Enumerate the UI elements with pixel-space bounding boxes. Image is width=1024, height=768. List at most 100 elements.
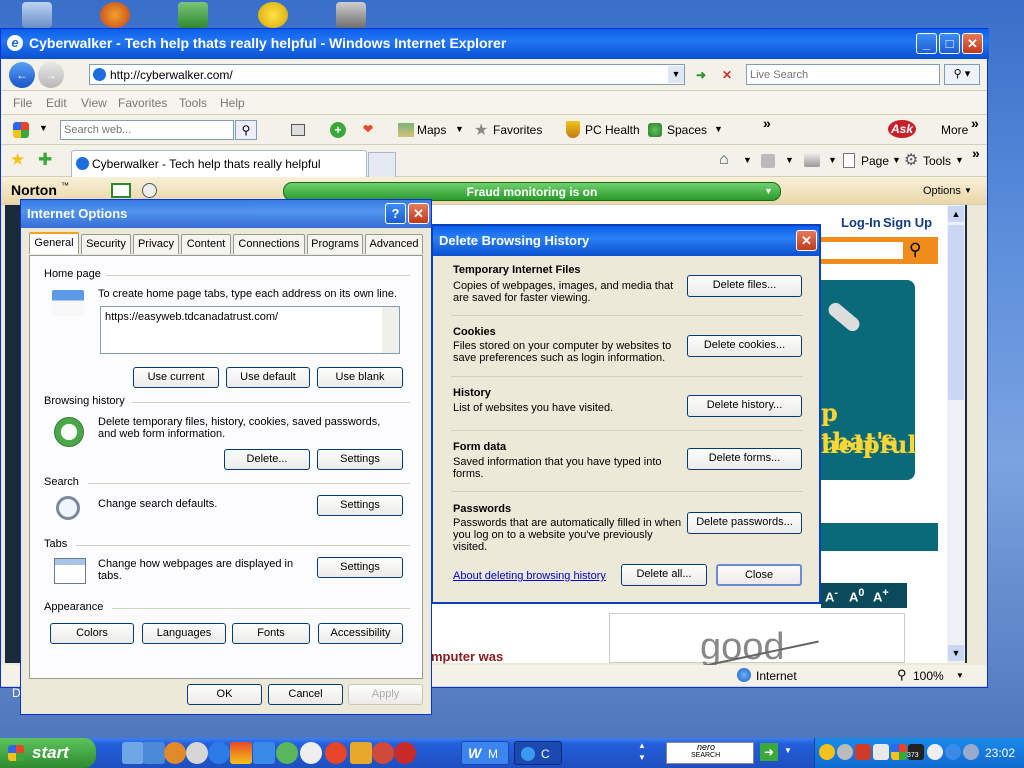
toolbar-maps[interactable]: Maps	[417, 123, 446, 137]
tab-content[interactable]: Content	[181, 234, 231, 254]
tab-programs[interactable]: Programs	[307, 234, 363, 254]
maps-dropdown-icon[interactable]: ▼	[455, 124, 464, 134]
menu-favorites[interactable]: Favorites	[118, 96, 167, 110]
clock[interactable]: 23:02	[985, 746, 1015, 760]
toolbar-plus-icon[interactable]: +	[330, 122, 346, 138]
tray-search-icon[interactable]	[945, 744, 961, 760]
toolbar-messenger-icon[interactable]: ❤	[363, 122, 379, 138]
norton-globe-icon[interactable]	[142, 183, 157, 198]
tools-menu[interactable]: Tools	[923, 154, 951, 168]
toolbar-spaces[interactable]: Spaces	[667, 123, 707, 137]
quicklaunch-flower-icon[interactable]	[325, 742, 347, 764]
scroll-thumb[interactable]	[948, 225, 964, 400]
languages-button[interactable]: Languages	[142, 623, 226, 644]
feeds-dropdown-icon[interactable]: ▼	[785, 155, 794, 165]
options-close-button[interactable]: ✕	[408, 203, 429, 224]
tab-general[interactable]: General	[29, 232, 79, 254]
more-chevron[interactable]: »	[971, 115, 979, 131]
ok-button[interactable]: OK	[187, 684, 262, 705]
fraud-dropdown-icon[interactable]: ▼	[764, 186, 773, 196]
address-dropdown-icon[interactable]: ▼	[668, 66, 684, 83]
delete-passwords-button[interactable]: Delete passwords...	[687, 512, 802, 534]
quicklaunch-office-icon[interactable]	[350, 742, 372, 764]
pchealth-shield-icon[interactable]	[566, 121, 580, 138]
font-decrease-button[interactable]: A-	[825, 587, 838, 604]
desktop-windows-icon[interactable]	[178, 2, 208, 28]
tray-sync-icon[interactable]	[963, 744, 979, 760]
tray-disk-icon[interactable]	[837, 744, 853, 760]
quicklaunch-record-icon[interactable]	[186, 742, 208, 764]
apply-button[interactable]: Apply	[348, 684, 423, 705]
maximize-button[interactable]: □	[939, 33, 960, 54]
spaces-dropdown-icon[interactable]: ▼	[714, 124, 723, 134]
add-favorite-icon[interactable]: ✚	[38, 150, 52, 170]
page-menu[interactable]: Page	[861, 154, 889, 168]
help-button[interactable]: ?	[385, 203, 406, 224]
scroll-down-icon[interactable]: ▼	[948, 645, 964, 661]
minimize-button[interactable]: _	[916, 33, 937, 54]
ask-logo[interactable]: Ask	[888, 120, 916, 138]
browser-tab[interactable]: Cyberwalker - Tech help thats really hel…	[71, 150, 367, 177]
menu-file[interactable]: File	[13, 96, 32, 110]
menu-tools[interactable]: Tools	[179, 96, 207, 110]
close-dialog-button[interactable]: Close	[716, 564, 802, 586]
options-dropdown-icon[interactable]: ▼	[964, 186, 972, 195]
quicklaunch-chat-icon[interactable]	[300, 742, 322, 764]
desktop-music-icon[interactable]	[336, 2, 366, 28]
page-scrollbar[interactable]: ▲ ▼	[947, 205, 965, 663]
stop-icon[interactable]: ✕	[717, 65, 737, 85]
desktop-computer-icon[interactable]	[22, 2, 52, 28]
use-current-button[interactable]: Use current	[133, 367, 219, 388]
taskbar-scroll-icon[interactable]: ▲ ▼	[638, 740, 646, 764]
toolbar-chevron[interactable]: »	[763, 115, 771, 131]
quicklaunch-opera-icon[interactable]	[394, 742, 416, 764]
delete-all-button[interactable]: Delete all...	[621, 564, 707, 586]
zoom-level[interactable]: 100%	[913, 669, 944, 683]
close-button[interactable]: ✕	[962, 33, 983, 54]
colors-button[interactable]: Colors	[50, 623, 134, 644]
search-settings-button[interactable]: Settings	[317, 495, 403, 516]
home-dropdown-icon[interactable]: ▼	[743, 155, 752, 165]
back-button-icon[interactable]: ←	[9, 62, 35, 88]
delete-files-button[interactable]: Delete files...	[687, 275, 802, 297]
menu-help[interactable]: Help	[220, 96, 245, 110]
cancel-button[interactable]: Cancel	[268, 684, 343, 705]
ask-search-input[interactable]	[60, 120, 234, 140]
nero-dropdown-icon[interactable]: ▼	[784, 746, 792, 755]
fonts-button[interactable]: Fonts	[232, 623, 310, 644]
windows-flag-icon[interactable]	[13, 122, 29, 138]
ask-search-icon[interactable]: ⚲	[235, 120, 257, 140]
tools-dropdown-icon[interactable]: ▼	[955, 155, 964, 165]
spaces-icon[interactable]	[648, 123, 662, 137]
norton-options[interactable]: Options	[923, 185, 961, 197]
address-input[interactable]: http://cyberwalker.com/ ▼	[89, 64, 685, 85]
delete-forms-button[interactable]: Delete forms...	[687, 448, 802, 470]
quicklaunch-user-icon[interactable]	[372, 742, 394, 764]
quicklaunch-paint-icon[interactable]	[230, 742, 252, 764]
quicklaunch-firefox-icon[interactable]	[164, 742, 186, 764]
tabrow-chevron[interactable]: »	[972, 145, 980, 161]
zoom-dropdown-icon[interactable]: ▼	[956, 671, 964, 680]
live-search-input[interactable]	[746, 64, 940, 85]
live-search-icon[interactable]: ⚲ ▾	[944, 64, 980, 85]
font-increase-button[interactable]: A+	[873, 587, 889, 604]
zoom-icon[interactable]: ⚲	[897, 667, 907, 683]
login-link[interactable]: Log-In	[841, 215, 881, 230]
textarea-scrollbar[interactable]	[382, 307, 399, 353]
go-icon[interactable]: ➜	[691, 65, 711, 85]
tab-advanced[interactable]: Advanced	[365, 234, 423, 254]
forward-button-icon[interactable]: →	[38, 62, 64, 88]
scroll-up-icon[interactable]: ▲	[948, 206, 964, 222]
task-ie[interactable]: C	[514, 741, 562, 765]
toolbar-more[interactable]: More	[941, 123, 968, 137]
nero-go-icon[interactable]: ➜	[760, 743, 778, 761]
feeds-icon[interactable]	[761, 154, 775, 168]
tab-privacy[interactable]: Privacy	[133, 234, 179, 254]
flag-dropdown-icon[interactable]: ▼	[39, 123, 48, 133]
delete-history-list-button[interactable]: Delete history...	[687, 395, 802, 417]
accessibility-button[interactable]: Accessibility	[318, 623, 403, 644]
menu-view[interactable]: View	[81, 96, 107, 110]
start-button[interactable]: start	[0, 738, 96, 768]
font-reset-button[interactable]: A0	[849, 587, 864, 604]
norton-label[interactable]: Norton	[11, 182, 57, 198]
